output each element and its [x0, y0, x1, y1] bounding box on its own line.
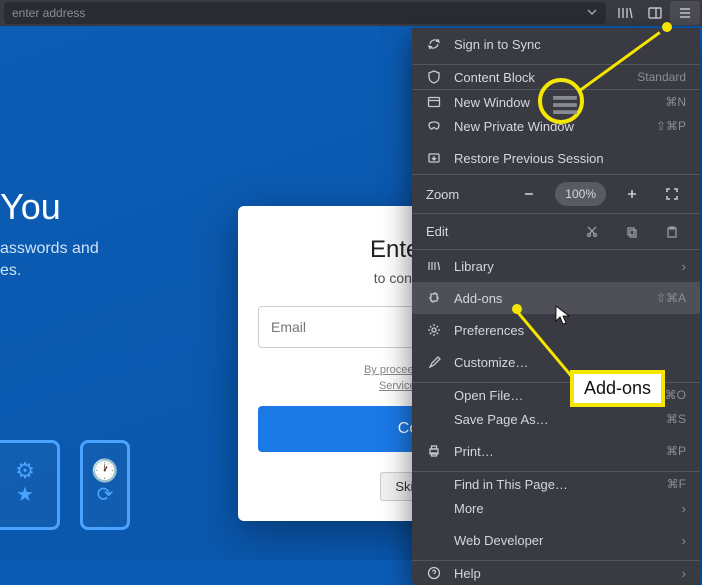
- menu-item-save-page[interactable]: Save Page As… ⌘S: [412, 403, 700, 435]
- library-icon: [426, 258, 442, 274]
- blank-icon: [426, 387, 442, 403]
- bg-desc2: es.: [0, 260, 240, 282]
- menu-item-web-developer[interactable]: Web Developer ›: [412, 524, 700, 556]
- menu-item-find[interactable]: Find in This Page… ⌘F: [412, 471, 700, 492]
- mask-icon: [426, 118, 442, 134]
- menu-label: Add-ons: [454, 291, 644, 306]
- chevron-right-icon: ›: [682, 259, 686, 274]
- menu-shortcut: ⌘P: [666, 444, 686, 458]
- zoom-percent[interactable]: 100%: [555, 182, 606, 206]
- menu-edit-row: Edit: [412, 214, 700, 250]
- url-bar[interactable]: enter address: [4, 2, 606, 24]
- menu-label: Save Page As…: [454, 412, 654, 427]
- sync-icon: [426, 36, 442, 52]
- toolbar-right: [610, 1, 702, 25]
- menu-shortcut: ⌘N: [665, 95, 686, 109]
- menu-label: Help: [454, 566, 670, 581]
- menu-label: New Window: [454, 95, 653, 110]
- gear-icon: [426, 322, 442, 338]
- menu-item-library[interactable]: Library ›: [412, 250, 700, 282]
- hamburger-menu-button[interactable]: [670, 1, 700, 25]
- bg-devices: ⚙★ 🕐⟳: [0, 440, 130, 530]
- chevron-right-icon: ›: [682, 501, 686, 516]
- menu-label: Print…: [454, 444, 654, 459]
- url-placeholder: enter address: [12, 6, 85, 20]
- menu-label: Restore Previous Session: [454, 151, 686, 166]
- blank-icon: [426, 411, 442, 427]
- annotation-dot-addons: [512, 304, 522, 314]
- copy-button[interactable]: [618, 218, 646, 246]
- library-toolbar-button[interactable]: [610, 1, 640, 25]
- menu-shortcut: ⇧⌘P: [656, 119, 686, 133]
- device-laptop-icon: ⚙★: [0, 440, 60, 530]
- annotation-label-addons: Add-ons: [570, 370, 665, 407]
- chevron-right-icon: ›: [682, 566, 686, 581]
- menu-label: Find in This Page…: [454, 477, 655, 492]
- zoom-label: Zoom: [426, 187, 503, 202]
- menu-label: Customize…: [454, 355, 686, 370]
- menu-item-content-blocking[interactable]: Content Block Standard: [412, 64, 700, 85]
- terms-link[interactable]: Service: [379, 380, 416, 392]
- dropdown-icon[interactable]: [586, 6, 598, 21]
- help-icon: [426, 565, 442, 581]
- menu-item-restore[interactable]: Restore Previous Session: [412, 142, 700, 174]
- menu-shortcut: ⇧⌘A: [656, 291, 686, 305]
- menu-label: Library: [454, 259, 670, 274]
- bg-heading: You: [0, 186, 240, 228]
- menu-shortcut: ⌘F: [667, 477, 686, 491]
- menu-item-print[interactable]: Print… ⌘P: [412, 435, 700, 467]
- blank-icon: [426, 500, 442, 516]
- menu-item-private-window[interactable]: New Private Window ⇧⌘P: [412, 110, 700, 142]
- cut-button[interactable]: [578, 218, 606, 246]
- device-phone-icon: 🕐⟳: [80, 440, 130, 530]
- menu-item-new-window[interactable]: New Window ⌘N: [412, 89, 700, 110]
- menu-item-help[interactable]: Help ›: [412, 560, 700, 581]
- paste-button[interactable]: [658, 218, 686, 246]
- menu-label: New Private Window: [454, 119, 644, 134]
- menu-label: More: [454, 501, 670, 516]
- bg-desc1: asswords and: [0, 238, 240, 260]
- menu-zoom-row: Zoom 100%: [412, 174, 700, 214]
- restore-icon: [426, 150, 442, 166]
- background-text: You asswords and es.: [0, 186, 240, 283]
- window-icon: [426, 94, 442, 110]
- brush-icon: [426, 354, 442, 370]
- menu-shortcut: ⌘S: [666, 412, 686, 426]
- menu-right: Standard: [637, 70, 686, 84]
- puzzle-icon: [426, 290, 442, 306]
- menu-shortcut: ⌘O: [665, 388, 686, 402]
- mouse-cursor-icon: [555, 305, 571, 330]
- chevron-right-icon: ›: [682, 533, 686, 548]
- print-icon: [426, 443, 442, 459]
- blank-icon: [426, 532, 442, 548]
- browser-toolbar: enter address: [0, 0, 702, 26]
- zoom-in-button[interactable]: [618, 180, 646, 208]
- edit-label: Edit: [426, 224, 566, 239]
- menu-label: Web Developer: [454, 533, 670, 548]
- blank-icon: [426, 476, 442, 492]
- menu-item-more[interactable]: More ›: [412, 492, 700, 524]
- fullscreen-button[interactable]: [658, 180, 686, 208]
- zoom-out-button[interactable]: [515, 180, 543, 208]
- annotation-dot-top: [662, 22, 672, 32]
- shield-icon: [426, 69, 442, 85]
